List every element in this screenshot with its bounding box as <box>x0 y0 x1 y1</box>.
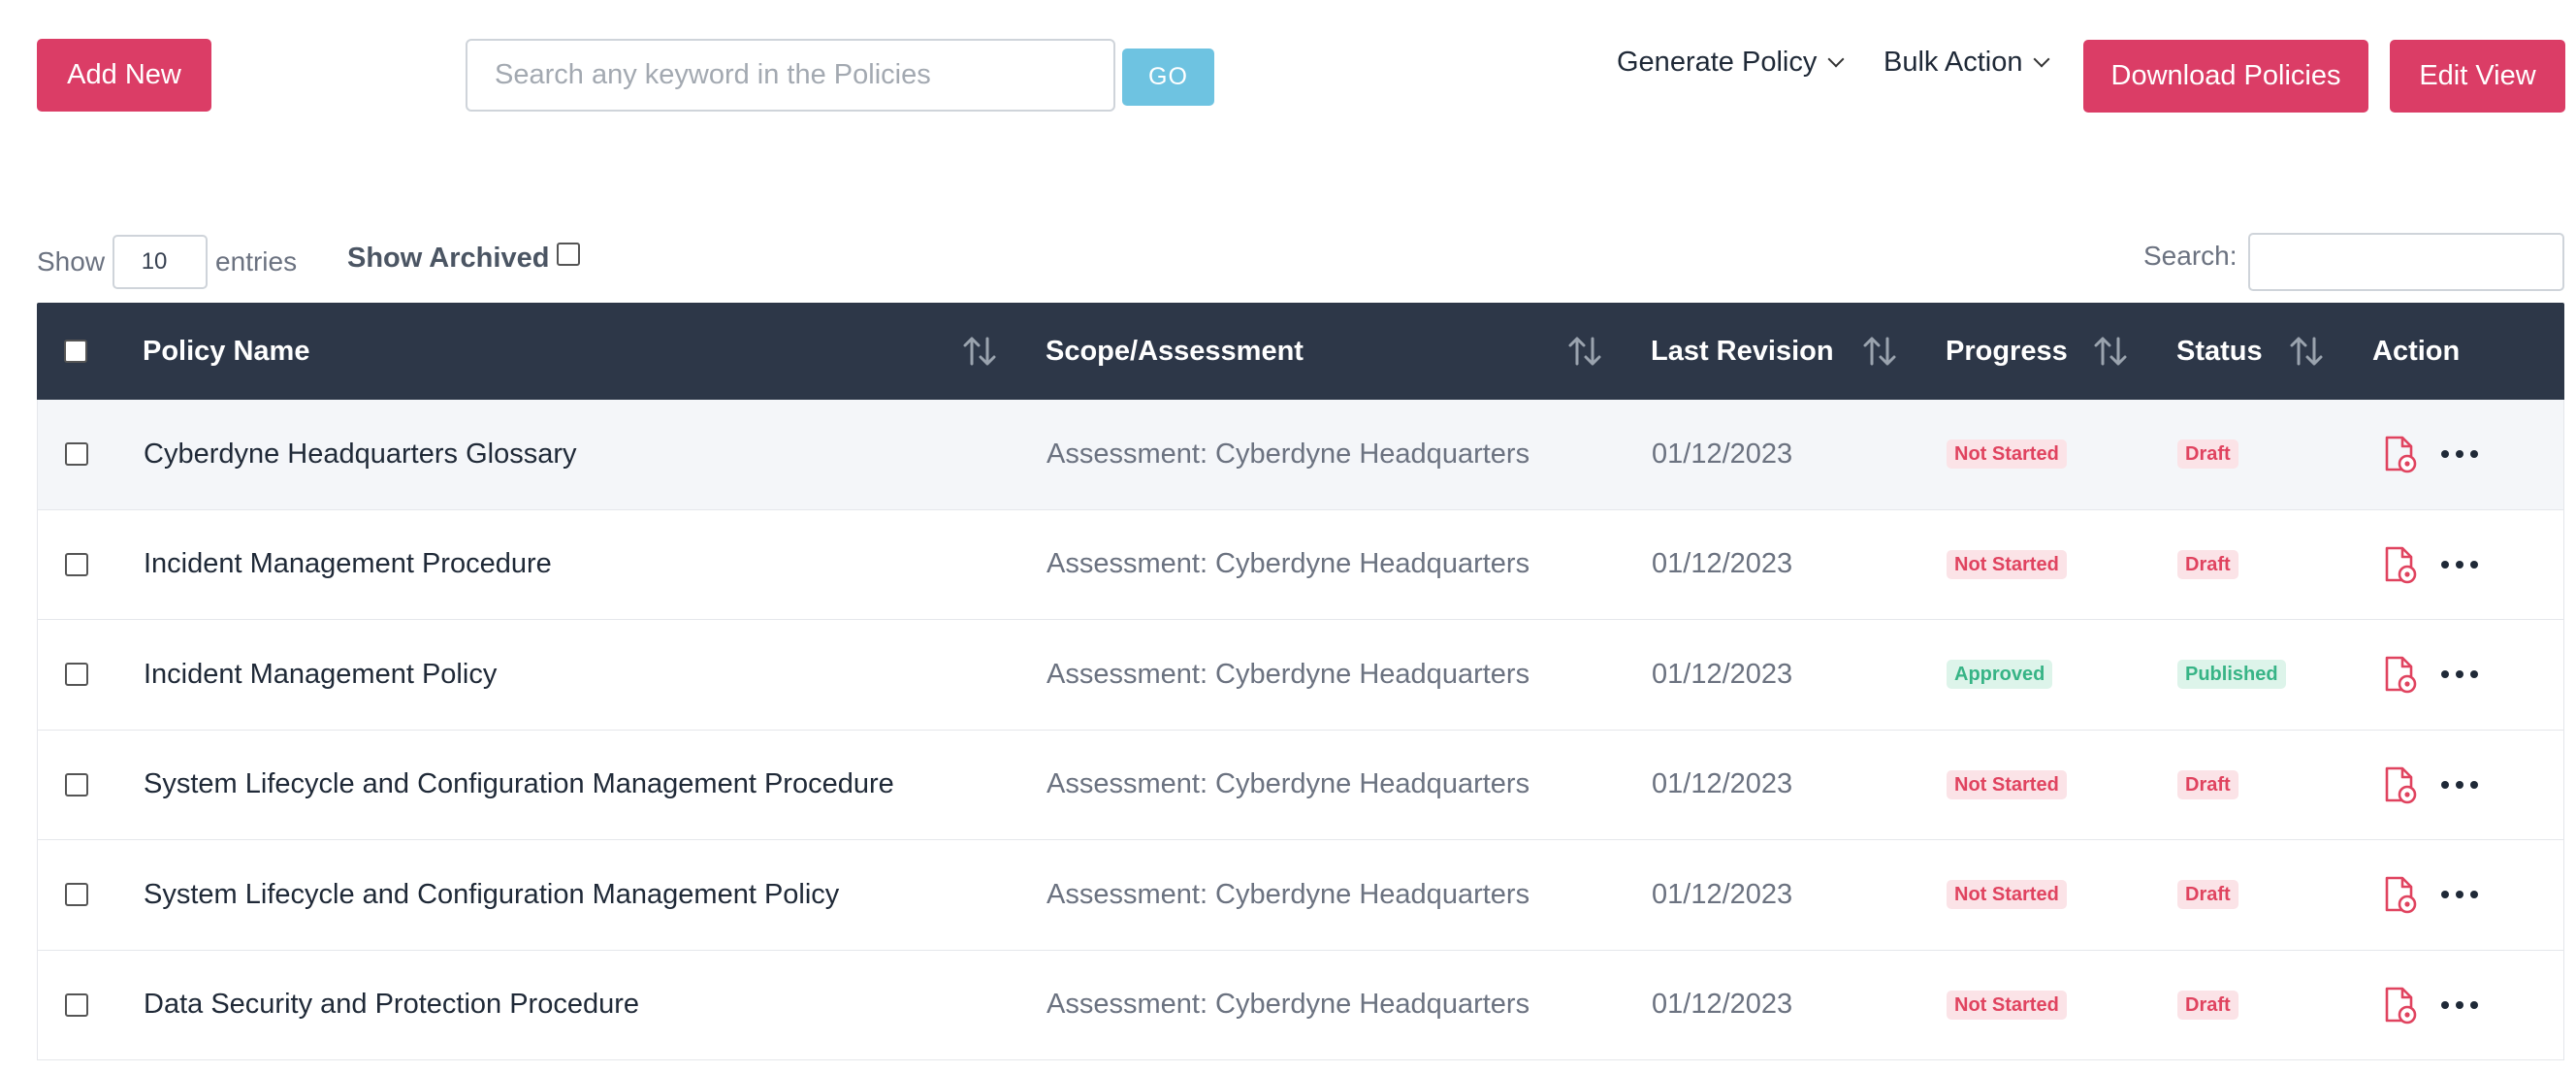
chevron-down-icon <box>2033 50 2050 68</box>
row-checkbox[interactable] <box>65 442 88 466</box>
view-document-icon[interactable] <box>2383 435 2418 473</box>
edit-view-button[interactable]: Edit View <box>2390 40 2565 113</box>
more-actions-icon[interactable] <box>2441 780 2478 789</box>
add-new-button[interactable]: Add New <box>37 39 211 112</box>
table-row[interactable]: Cyberdyne Headquarters Glossary Assessme… <box>37 400 2564 510</box>
view-document-icon[interactable] <box>2383 765 2418 804</box>
view-document-icon[interactable] <box>2383 655 2418 694</box>
policy-name[interactable]: Incident Management Policy <box>144 620 497 729</box>
table-body: Cyberdyne Headquarters Glossary Assessme… <box>37 400 2564 1060</box>
go-button[interactable]: GO <box>1122 49 1214 106</box>
policy-name[interactable]: System Lifecycle and Configuration Manag… <box>144 731 894 839</box>
table-row[interactable]: Data Security and Protection Procedure A… <box>37 950 2564 1060</box>
table-row[interactable]: System Lifecycle and Configuration Manag… <box>37 730 2564 840</box>
scope-assessment: Assessment: Cyberdyne Headquarters <box>1046 768 1530 799</box>
more-actions-icon[interactable] <box>2441 1000 2478 1009</box>
progress-badge: Not Started <box>1947 880 2067 909</box>
progress-badge: Not Started <box>1947 439 2067 469</box>
row-checkbox[interactable] <box>65 772 88 797</box>
table-search-input[interactable] <box>2248 233 2564 291</box>
policy-keyword-search-input[interactable] <box>466 39 1115 112</box>
download-policies-button[interactable]: Download Policies <box>2083 40 2368 113</box>
scope-assessment: Assessment: Cyberdyne Headquarters <box>1046 989 1530 1020</box>
policies-table: Policy Name Scope/Assessment Last Revisi… <box>37 303 2564 1060</box>
status-badge: Published <box>2177 660 2286 689</box>
bulk-action-dropdown[interactable]: Bulk Action <box>1884 39 2050 85</box>
column-progress[interactable]: Progress <box>1946 303 2068 400</box>
policy-name[interactable]: Incident Management Procedure <box>144 510 552 619</box>
entries-count-input[interactable] <box>113 235 209 289</box>
show-entries-control: Show entries <box>37 235 297 289</box>
table-row[interactable]: System Lifecycle and Configuration Manag… <box>37 840 2564 951</box>
last-revision: 01/12/2023 <box>1652 438 1793 470</box>
scope-assessment: Assessment: Cyberdyne Headquarters <box>1046 548 1530 579</box>
column-policy-name[interactable]: Policy Name <box>143 303 309 400</box>
policy-name[interactable]: Cyberdyne Headquarters Glossary <box>144 400 576 508</box>
status-badge: Draft <box>2177 990 2238 1020</box>
last-revision: 01/12/2023 <box>1652 768 1793 799</box>
sort-icon[interactable] <box>1565 332 1604 371</box>
view-document-icon[interactable] <box>2383 986 2418 1024</box>
row-checkbox[interactable] <box>65 552 88 576</box>
more-actions-icon[interactable] <box>2441 670 2478 678</box>
status-badge: Draft <box>2177 880 2238 909</box>
column-status[interactable]: Status <box>2176 303 2263 400</box>
last-revision: 01/12/2023 <box>1652 658 1793 690</box>
table-search-label: Search: <box>2143 241 2238 271</box>
last-revision: 01/12/2023 <box>1652 989 1793 1020</box>
table-header: Policy Name Scope/Assessment Last Revisi… <box>37 303 2564 400</box>
scope-assessment: Assessment: Cyberdyne Headquarters <box>1046 438 1530 470</box>
row-checkbox[interactable] <box>65 883 88 906</box>
progress-badge: Not Started <box>1947 990 2067 1020</box>
last-revision: 01/12/2023 <box>1652 548 1793 579</box>
policy-name[interactable]: Data Security and Protection Procedure <box>144 951 639 1059</box>
table-row[interactable]: Incident Management Procedure Assessment… <box>37 509 2564 620</box>
view-document-icon[interactable] <box>2383 545 2418 584</box>
column-last-revision[interactable]: Last Revision <box>1651 303 1834 400</box>
show-archived-toggle[interactable]: Show Archived <box>347 237 581 279</box>
more-actions-icon[interactable] <box>2441 560 2478 569</box>
last-revision: 01/12/2023 <box>1652 878 1793 910</box>
progress-badge: Approved <box>1947 660 2053 689</box>
show-archived-label: Show Archived <box>347 242 550 274</box>
bulk-action-label: Bulk Action <box>1884 46 2023 78</box>
show-label: Show <box>37 246 106 276</box>
scope-assessment: Assessment: Cyberdyne Headquarters <box>1046 878 1530 910</box>
entries-label: entries <box>215 246 298 276</box>
chevron-down-icon <box>1827 50 1845 68</box>
row-checkbox[interactable] <box>65 992 88 1017</box>
progress-badge: Not Started <box>1947 549 2067 579</box>
table-row[interactable]: Incident Management Policy Assessment: C… <box>37 620 2564 731</box>
more-actions-icon[interactable] <box>2441 891 2478 898</box>
progress-badge: Not Started <box>1947 769 2067 799</box>
sort-icon[interactable] <box>2287 332 2326 371</box>
column-scope[interactable]: Scope/Assessment <box>1046 303 1304 400</box>
row-checkbox[interactable] <box>65 663 88 686</box>
view-document-icon[interactable] <box>2383 875 2418 914</box>
sort-icon[interactable] <box>1860 332 1899 371</box>
column-action: Action <box>2372 335 2461 367</box>
sort-icon[interactable] <box>960 332 999 371</box>
status-badge: Draft <box>2177 769 2238 799</box>
select-all-checkbox[interactable] <box>64 340 87 363</box>
generate-policy-dropdown[interactable]: Generate Policy <box>1617 39 1845 85</box>
generate-policy-label: Generate Policy <box>1617 46 1818 78</box>
sort-icon[interactable] <box>2091 332 2130 371</box>
more-actions-icon[interactable] <box>2441 450 2478 458</box>
status-badge: Draft <box>2177 549 2238 579</box>
status-badge: Draft <box>2177 439 2238 469</box>
policy-name[interactable]: System Lifecycle and Configuration Manag… <box>144 840 839 949</box>
show-archived-checkbox[interactable] <box>557 243 581 266</box>
scope-assessment: Assessment: Cyberdyne Headquarters <box>1046 658 1530 690</box>
